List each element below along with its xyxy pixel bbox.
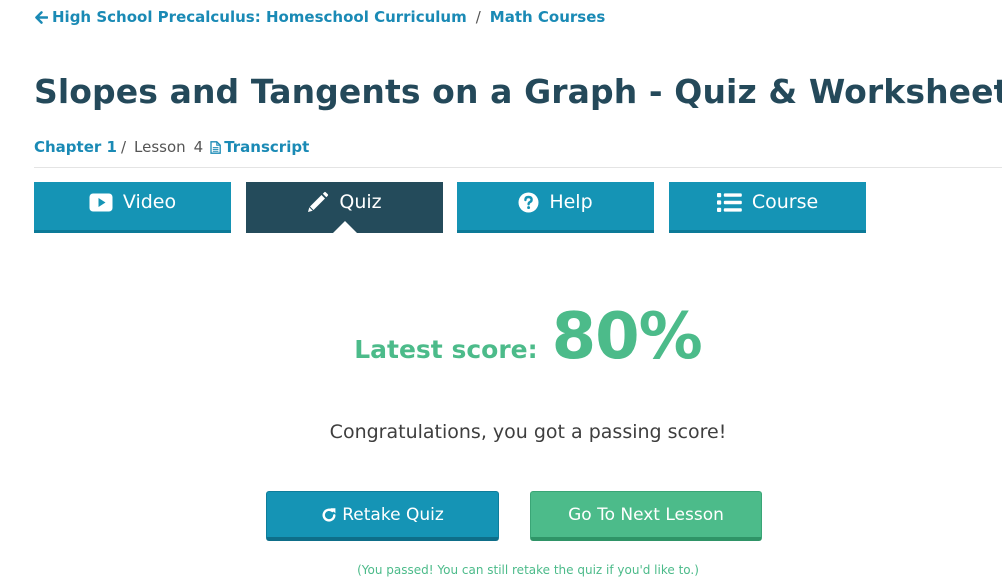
tab-video[interactable]: Video — [34, 182, 231, 233]
tab-course-label: Course — [751, 191, 819, 213]
tab-quiz[interactable]: Quiz — [246, 182, 443, 233]
lesson-label: Lesson — [134, 138, 186, 156]
divider — [34, 167, 1002, 168]
breadcrumb: High School Precalculus: Homeschool Curr… — [35, 6, 605, 28]
pencil-icon — [307, 191, 329, 213]
transcript-link[interactable]: Transcript — [210, 138, 309, 156]
page-title: Slopes and Tangents on a Graph - Quiz & … — [34, 72, 1002, 111]
lesson-number: 4 — [193, 138, 204, 156]
chapter-link[interactable]: Chapter 1 — [34, 138, 117, 156]
next-lesson-label: Go To Next Lesson — [568, 504, 724, 525]
tab-help[interactable]: Help — [457, 182, 654, 233]
refresh-icon — [321, 507, 337, 523]
tab-video-label: Video — [122, 191, 177, 213]
breadcrumb-separator: / — [475, 8, 481, 26]
document-icon — [210, 140, 222, 154]
retake-quiz-label: Retake Quiz — [342, 504, 444, 525]
congratulations-message: Congratulations, you got a passing score… — [329, 421, 727, 443]
score-value: 80% — [551, 300, 703, 374]
pass-note: (You passed! You can still retake the qu… — [357, 563, 699, 577]
breadcrumb-course-link[interactable]: High School Precalculus: Homeschool Curr… — [35, 8, 467, 26]
score-display: Latest score: 80% — [0, 300, 1002, 374]
tab-quiz-label: Quiz — [339, 191, 382, 213]
breadcrumb-category-link[interactable]: Math Courses — [490, 8, 606, 26]
arrow-left-icon — [35, 10, 48, 24]
breadcrumb-course-label: High School Precalculus: Homeschool Curr… — [52, 8, 467, 26]
score-label: Latest score: — [354, 335, 538, 364]
question-circle-icon — [518, 192, 539, 213]
tab-course[interactable]: Course — [669, 182, 866, 233]
retake-quiz-button[interactable]: Retake Quiz — [266, 491, 499, 541]
transcript-label: Transcript — [224, 138, 310, 156]
video-icon — [89, 193, 113, 212]
meta-separator: / — [120, 138, 127, 156]
next-lesson-button[interactable]: Go To Next Lesson — [530, 491, 762, 541]
list-icon — [716, 192, 742, 212]
tab-help-label: Help — [549, 191, 593, 213]
lesson-meta: Chapter 1 / Lesson 4 Transcript — [34, 137, 309, 157]
